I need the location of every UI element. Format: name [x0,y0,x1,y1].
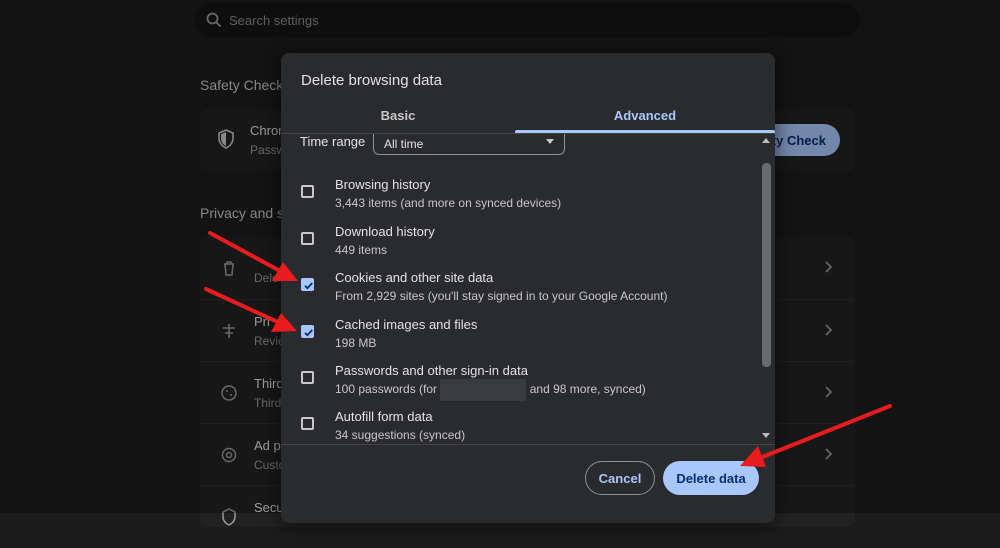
option-detail: 198 MB [335,336,377,350]
option-cached-images[interactable]: Cached images and files 198 MB [281,317,751,363]
checkbox-browsing-history[interactable] [301,185,314,198]
option-detail: 100 passwords (for and 98 more, synced) [335,378,646,401]
options-scroll-area[interactable]: Time range All time Browsing history 3,4… [281,134,775,444]
option-label: Passwords and other sign-in data [335,363,528,378]
tab-advanced[interactable]: Advanced [515,97,775,133]
scrollbar[interactable] [760,135,772,441]
option-cookies[interactable]: Cookies and other site data From 2,929 s… [281,270,751,316]
option-detail: 449 items [335,243,388,257]
redacted-block [440,378,527,401]
option-passwords[interactable]: Passwords and other sign-in data 100 pas… [281,363,751,409]
tab-basic[interactable]: Basic [281,97,515,133]
option-label: Cached images and files [335,317,478,332]
delete-data-button[interactable]: Delete data [663,461,759,495]
checkbox-cached-images[interactable] [301,325,314,338]
option-label: Browsing history [335,177,431,192]
caret-down-icon [546,139,554,144]
time-range-label: Time range [300,134,366,149]
scroll-down-arrow-icon[interactable] [762,433,770,438]
scrollbar-thumb[interactable] [762,163,771,367]
delete-browsing-data-dialog: Delete browsing data Basic Advanced Time… [281,53,775,523]
footer-divider [281,444,775,445]
option-download-history[interactable]: Download history 449 items [281,224,751,270]
option-label: Autofill form data [335,409,433,424]
option-detail-prefix: 100 passwords (for [335,382,438,396]
option-detail-suffix: and 98 more, synced) [529,382,646,396]
checkbox-cookies[interactable] [301,278,314,291]
option-label: Download history [335,224,435,239]
tab-advanced-label: Advanced [613,107,677,123]
checkbox-autofill[interactable] [301,417,314,430]
time-range-value: All time [384,137,424,151]
checkmark-icon [304,329,313,337]
dialog-title: Delete browsing data [301,72,442,89]
scroll-up-arrow-icon[interactable] [762,138,770,143]
option-detail: 34 suggestions (synced) [335,428,466,442]
option-label: Cookies and other site data [335,270,494,285]
cancel-button[interactable]: Cancel [585,461,655,495]
checkbox-download-history[interactable] [301,232,314,245]
time-range-select[interactable]: All time [373,134,565,155]
checkbox-passwords[interactable] [301,371,314,384]
option-browsing-history[interactable]: Browsing history 3,443 items (and more o… [281,177,751,223]
option-autofill[interactable]: Autofill form data 34 suggestions (synce… [281,409,751,444]
checkmark-icon [304,282,313,290]
option-detail: From 2,929 sites (you'll stay signed in … [335,289,668,303]
option-detail: 3,443 items (and more on synced devices) [335,196,562,210]
